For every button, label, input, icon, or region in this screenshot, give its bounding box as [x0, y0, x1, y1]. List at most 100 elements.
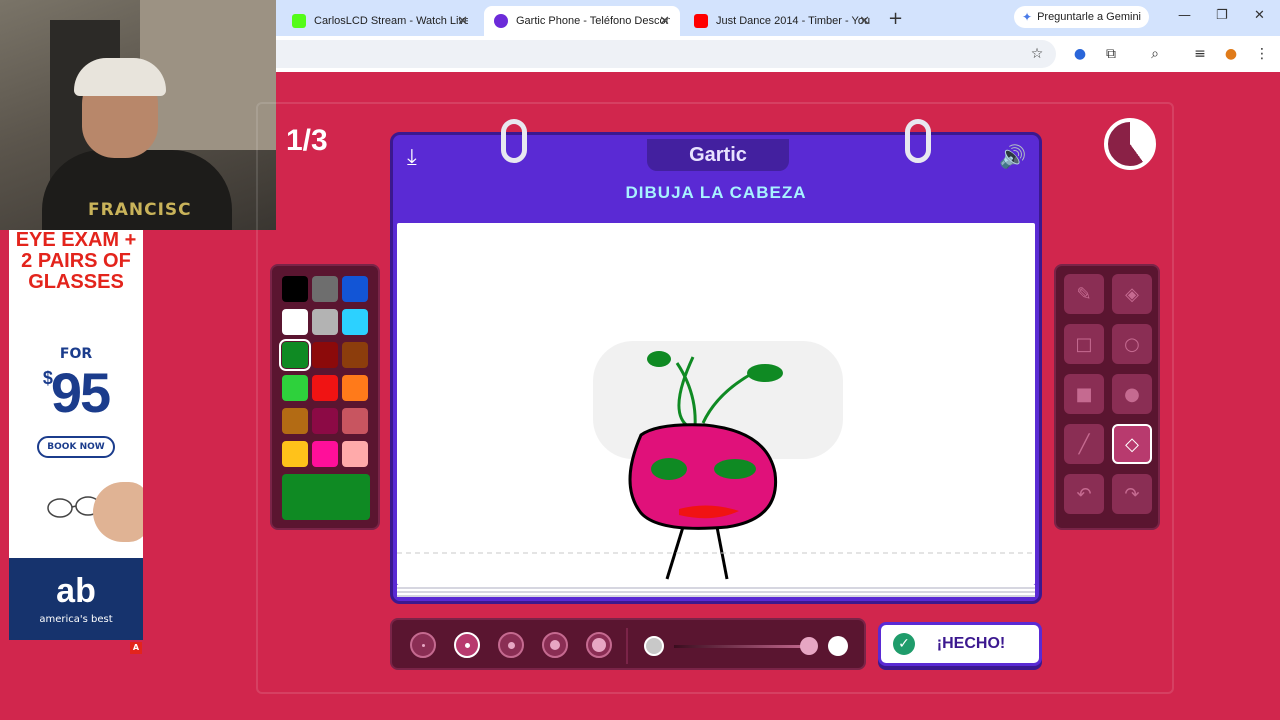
- gemini-spark-icon: ✦: [1022, 10, 1033, 24]
- pencil-icon[interactable]: ✎: [1064, 274, 1104, 314]
- color-swatch-ochre[interactable]: [282, 408, 308, 434]
- close-tab-icon[interactable]: ✕: [659, 13, 670, 29]
- fill-bucket-icon[interactable]: ◇: [1112, 424, 1152, 464]
- color-swatch-green[interactable]: [279, 339, 311, 371]
- gemini-label: Preguntarle a Gemini: [1037, 11, 1142, 23]
- ad-price-value: 95: [50, 361, 111, 424]
- color-swatch-gray[interactable]: [312, 276, 338, 302]
- brush-dot: [507, 641, 515, 649]
- timer-icon: [1104, 118, 1156, 170]
- tab-youtube[interactable]: Just Dance 2014 - Timber - You ✕: [684, 6, 880, 36]
- tab-label: Just Dance 2014 - Timber - You: [716, 15, 870, 27]
- line-icon[interactable]: ╱: [1064, 424, 1104, 464]
- opacity-slider-handle[interactable]: [800, 637, 818, 655]
- color-swatch-brown[interactable]: [342, 342, 368, 368]
- restore-icon[interactable]: ❐: [1216, 8, 1228, 23]
- brush-size-3[interactable]: [498, 632, 524, 658]
- ad-price: $95: [9, 360, 143, 425]
- color-swatch-magenta[interactable]: [312, 441, 338, 467]
- drawing: [397, 341, 1035, 580]
- color-palette: [270, 264, 380, 530]
- eye-exam-ad[interactable]: EYE EXAM + 2 PAIRS OF GLASSES FOR $95 BO…: [9, 230, 143, 640]
- brush-size-2[interactable]: [454, 632, 480, 658]
- ad-hand-image: [93, 482, 143, 542]
- done-button[interactable]: ✓ ¡HECHO!: [878, 622, 1042, 666]
- webcam-overlay: FRANCISC: [0, 0, 276, 230]
- gartic-favicon-icon: [494, 14, 508, 28]
- round-counter: 1/3: [286, 124, 328, 157]
- ad-brand-name: america's best: [39, 614, 113, 625]
- address-bar[interactable]: [276, 40, 1056, 68]
- undo-icon[interactable]: ↶: [1064, 474, 1104, 514]
- adchoices-icon[interactable]: A: [130, 642, 142, 654]
- puzzle-icon[interactable]: ⧉: [1102, 45, 1120, 63]
- rect-outline-icon[interactable]: □: [1064, 324, 1104, 364]
- bookmark-star-icon[interactable]: ☆: [1028, 45, 1046, 63]
- color-swatch-maroon[interactable]: [312, 408, 338, 434]
- binder-ring-left: [501, 119, 527, 163]
- divider: [626, 628, 628, 664]
- brush-size-4[interactable]: [542, 632, 568, 658]
- opacity-min-icon: [644, 636, 664, 656]
- tab-gartic-phone[interactable]: Gartic Phone - Teléfono Descon ✕: [484, 6, 680, 36]
- media-queue-icon[interactable]: ≡: [1191, 45, 1209, 63]
- color-swatch-cyan[interactable]: [342, 309, 368, 335]
- color-swatch-orange[interactable]: [342, 375, 368, 401]
- menu-kebab-icon[interactable]: ⋮: [1253, 45, 1271, 63]
- tab-label: Gartic Phone - Teléfono Descon: [516, 15, 670, 27]
- streamer-cap: [74, 58, 166, 96]
- brush-size-5[interactable]: [586, 632, 612, 658]
- ellipse-filled-icon[interactable]: ●: [1112, 374, 1152, 414]
- color-swatch-red[interactable]: [312, 375, 338, 401]
- ad-logo: ab: [56, 572, 96, 610]
- color-swatch-lime[interactable]: [282, 375, 308, 401]
- shirt-text: FRANCISC: [88, 200, 192, 220]
- brush-dot: [550, 640, 560, 650]
- drawing-canvas[interactable]: [397, 223, 1035, 585]
- ask-gemini-button[interactable]: ✦ Preguntarle a Gemini: [1014, 6, 1150, 28]
- eraser-icon[interactable]: ◈: [1112, 274, 1152, 314]
- close-window-icon[interactable]: ✕: [1254, 8, 1265, 23]
- tab-search-icon[interactable]: ⌕: [1146, 45, 1164, 63]
- profile-avatar[interactable]: ●: [1222, 45, 1240, 63]
- ad-book-now-button[interactable]: BOOK NOW: [37, 436, 115, 458]
- opacity-max-icon: [828, 636, 848, 656]
- color-swatch-black[interactable]: [282, 276, 308, 302]
- color-swatch-white[interactable]: [282, 309, 308, 335]
- opacity-slider[interactable]: [674, 645, 810, 648]
- redo-icon[interactable]: ↷: [1112, 474, 1152, 514]
- color-swatch-blue[interactable]: [342, 276, 368, 302]
- color-swatch-dark-red[interactable]: [312, 342, 338, 368]
- drawing-prompt: DIBUJA LA CABEZA: [625, 183, 807, 202]
- browser-tab-bar: CarlosLCD Stream - Watch Live ✕ Gartic P…: [276, 0, 1280, 36]
- color-swatch-pink[interactable]: [342, 441, 368, 467]
- notebook-pages: [397, 585, 1035, 597]
- color-swatch-light-gray[interactable]: [312, 309, 338, 335]
- tab-kick-stream[interactable]: CarlosLCD Stream - Watch Live ✕: [282, 6, 478, 36]
- tool-panel: ✎ ◈ □ ○ ■ ● ╱ ◇ ↶ ↷: [1054, 264, 1160, 530]
- binder-ring-right: [905, 119, 931, 163]
- brush-dot: [421, 643, 425, 647]
- rect-filled-icon[interactable]: ■: [1064, 374, 1104, 414]
- brush-dot: [592, 638, 606, 652]
- sound-icon[interactable]: 🔊: [999, 145, 1026, 170]
- download-icon[interactable]: ⤓: [407, 145, 417, 170]
- color-swatch-rose[interactable]: [342, 408, 368, 434]
- ad-price-symbol: $: [42, 368, 53, 388]
- browser-toolbar: ☆ ● ⧉ ⌕ ≡ ● ⋮: [276, 36, 1280, 72]
- color-swatch-yellow[interactable]: [282, 441, 308, 467]
- ad-headline: EYE EXAM + 2 PAIRS OF GLASSES: [15, 230, 137, 293]
- done-label: ¡HECHO!: [936, 635, 1006, 652]
- kick-favicon-icon: [292, 14, 306, 28]
- ellipse-outline-icon[interactable]: ○: [1112, 324, 1152, 364]
- brush-size-1[interactable]: [410, 632, 436, 658]
- current-color-preview: [282, 474, 370, 520]
- check-icon: ✓: [893, 633, 915, 655]
- close-tab-icon[interactable]: ✕: [457, 13, 468, 29]
- minimize-icon[interactable]: —: [1178, 8, 1191, 23]
- board-header: Gartic ⤓ 🔊 DIBUJA LA CABEZA: [393, 135, 1039, 221]
- close-tab-icon[interactable]: ✕: [859, 13, 870, 29]
- extension-icon[interactable]: ●: [1071, 45, 1089, 63]
- new-tab-button[interactable]: +: [888, 8, 903, 29]
- tab-label: CarlosLCD Stream - Watch Live: [314, 15, 468, 27]
